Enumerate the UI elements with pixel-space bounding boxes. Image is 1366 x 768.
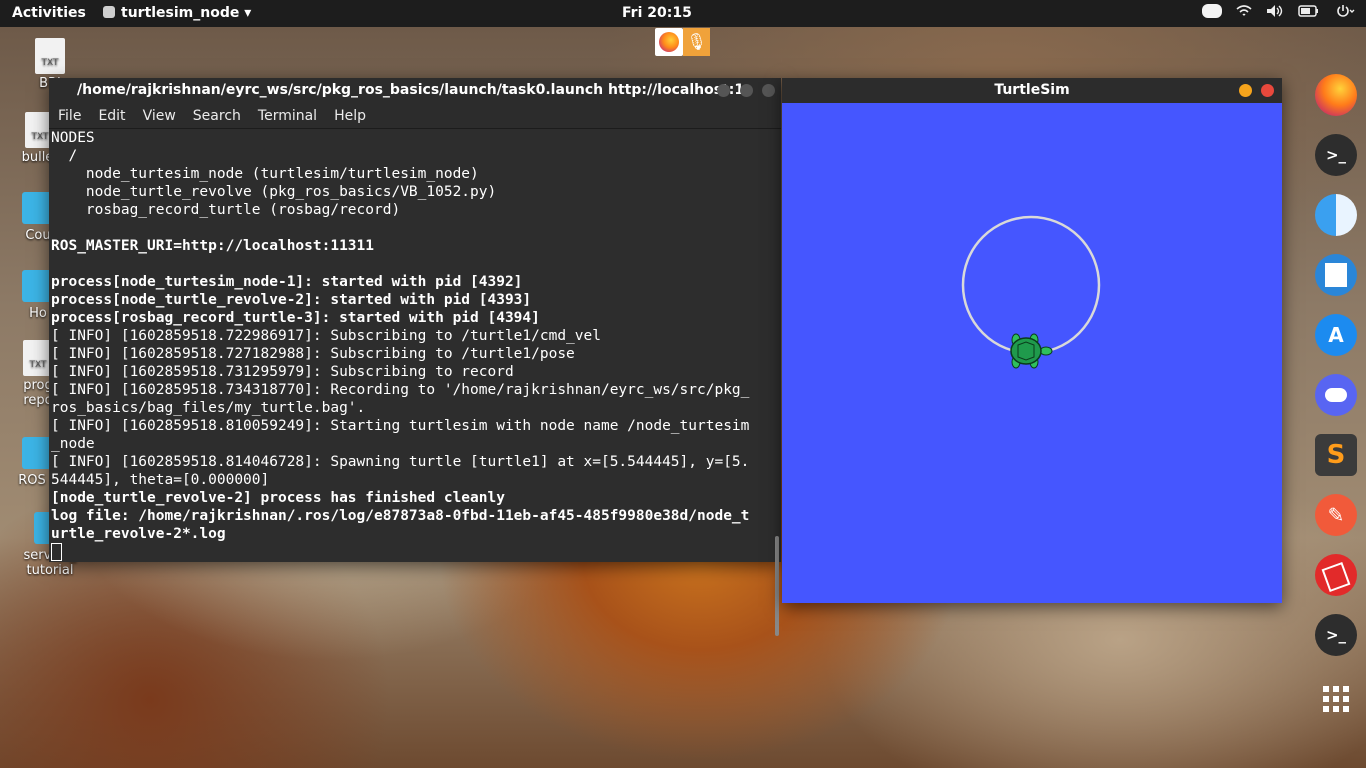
terminal-title: /home/rajkrishnan/eyrc_ws/src/pkg_ros_ba… <box>77 82 745 98</box>
minimize-button[interactable] <box>1239 84 1252 97</box>
turtle-path <box>961 215 1101 355</box>
menu-view[interactable]: View <box>143 108 176 124</box>
discord-icon[interactable] <box>1202 4 1222 18</box>
close-button[interactable] <box>762 84 775 97</box>
terminal-line: log file: /home/rajkrishnan/.ros/log/e87… <box>51 508 750 524</box>
discord-icon[interactable] <box>1315 374 1357 416</box>
text-file-icon: TXT <box>35 38 65 74</box>
system-tray[interactable] <box>1202 4 1356 18</box>
terminal-line: NODES <box>51 130 95 146</box>
chevron-down-icon: ▾ <box>244 5 252 21</box>
terminal-cursor <box>51 543 62 561</box>
desktop-icon-label: Cou <box>25 228 51 243</box>
terminal-line: process[node_turtesim_node-1]: started w… <box>51 274 523 290</box>
sublime-icon[interactable]: S <box>1315 434 1357 476</box>
dock: >_ A S ✎ >_ <box>1305 62 1366 768</box>
volume-icon <box>1267 5 1283 17</box>
minimize-button[interactable] <box>717 84 730 97</box>
power-icon <box>1337 5 1355 17</box>
terminal-line: rosbag_record_turtle (rosbag/record) <box>51 202 401 218</box>
terminal-titlebar[interactable]: /home/rajkrishnan/eyrc_ws/src/pkg_ros_ba… <box>49 78 781 103</box>
menu-edit[interactable]: Edit <box>98 108 125 124</box>
terminal-line: [ INFO] [1602859518.814046728]: Spawning… <box>51 454 750 470</box>
firefox-indicator-icon[interactable] <box>655 28 683 56</box>
terminal-line: node_turtesim_node (turtlesim/turtlesim_… <box>51 166 479 182</box>
terminal-line: process[rosbag_record_turtle-3]: started… <box>51 310 540 326</box>
pen-icon[interactable]: ✎ <box>1315 494 1357 536</box>
terminal-line: [ INFO] [1602859518.722986917]: Subscrib… <box>51 328 601 344</box>
turtlesim-window[interactable]: TurtleSim <box>782 78 1282 603</box>
terminal-line: [ INFO] [1602859518.731295979]: Subscrib… <box>51 364 514 380</box>
maximize-button[interactable] <box>740 84 753 97</box>
terminal-line: [ INFO] [1602859518.727182988]: Subscrib… <box>51 346 575 362</box>
terminal-window[interactable]: /home/rajkrishnan/eyrc_ws/src/pkg_ros_ba… <box>49 78 781 636</box>
text-editor-icon[interactable] <box>1315 254 1357 296</box>
battery-icon <box>1298 5 1318 17</box>
terminal-output[interactable]: NODES / node_turtesim_node (turtlesim/tu… <box>49 129 779 562</box>
terminal-icon[interactable]: >_ <box>1315 134 1357 176</box>
finder-icon[interactable] <box>1315 194 1357 236</box>
desktop-icon-label: Ho <box>29 306 47 321</box>
app-menu-icon <box>103 6 115 18</box>
redbook-icon[interactable] <box>1315 554 1357 596</box>
app-menu-label: turtlesim_node <box>121 5 240 21</box>
menu-file[interactable]: File <box>58 108 81 124</box>
menu-search[interactable]: Search <box>193 108 241 124</box>
terminal-line: 544445], theta=[0.000000] <box>51 472 270 488</box>
terminal-icon[interactable]: >_ <box>1315 614 1357 656</box>
menu-help[interactable]: Help <box>334 108 366 124</box>
terminal-scrollbar[interactable] <box>775 536 779 636</box>
show-apps-icon[interactable] <box>1315 678 1357 720</box>
terminal-line: [node_turtle_revolve-2] process has fini… <box>51 490 505 506</box>
app-store-icon[interactable]: A <box>1315 314 1357 356</box>
activities-button[interactable]: Activities <box>12 5 86 21</box>
turtle-icon <box>1010 333 1053 369</box>
terminal-menubar: File Edit View Search Terminal Help <box>49 103 781 129</box>
terminal-line: / <box>51 148 78 164</box>
microphone-indicator-icon[interactable]: 🎙 <box>683 28 710 56</box>
firefox-icon[interactable] <box>1315 74 1357 116</box>
close-button[interactable] <box>1261 84 1274 97</box>
terminal-line: _node <box>51 436 95 452</box>
turtlesim-titlebar[interactable]: TurtleSim <box>782 78 1282 103</box>
terminal-line: ROS_MASTER_URI=http://localhost:11311 <box>51 238 375 254</box>
terminal-line: [ INFO] [1602859518.810059249]: Starting… <box>51 418 750 434</box>
terminal-line: node_turtle_revolve (pkg_ros_basics/VB_1… <box>51 184 497 200</box>
terminal-line: [ INFO] [1602859518.734318770]: Recordin… <box>51 382 750 398</box>
top-bar: Activities turtlesim_node ▾ Fri 20:15 <box>0 0 1366 27</box>
clock[interactable]: Fri 20:15 <box>622 5 692 21</box>
turtlesim-canvas <box>961 215 1101 369</box>
terminal-line: process[node_turtle_revolve-2]: started … <box>51 292 532 308</box>
wifi-icon <box>1236 5 1252 16</box>
app-menu[interactable]: turtlesim_node ▾ <box>103 5 251 21</box>
terminal-line: ros_basics/bag_files/my_turtle.bag'. <box>51 400 366 416</box>
terminal-line: urtle_revolve-2*.log <box>51 526 226 542</box>
turtlesim-title: TurtleSim <box>994 82 1070 98</box>
menu-terminal[interactable]: Terminal <box>258 108 317 124</box>
